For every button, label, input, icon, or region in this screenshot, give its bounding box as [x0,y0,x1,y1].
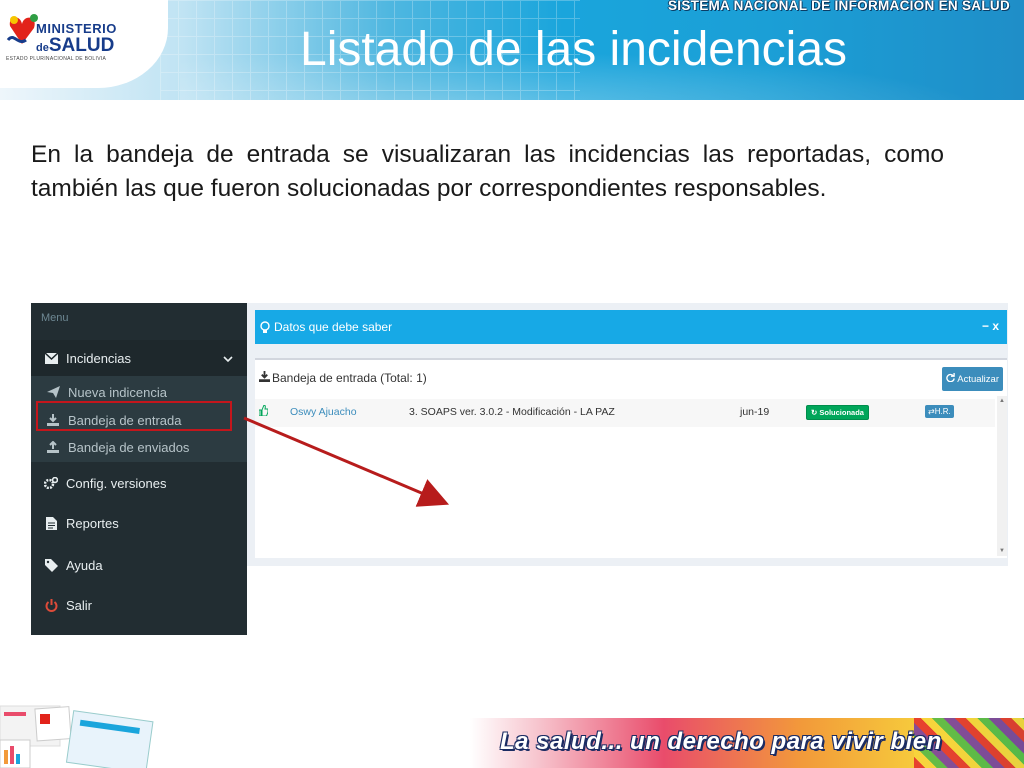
sidebar-item-config-versiones[interactable]: Config. versiones [31,465,247,501]
sidebar-item-label: Reportes [66,515,119,531]
logo-line1: MINISTERIO [36,21,117,36]
sidebar-subitem-label: Nueva indicencia [68,384,168,400]
slide-header: MINISTERIO deSALUD ESTADO PLURINACIONAL … [0,0,1024,100]
envelope-icon [44,351,58,365]
status-badge: ↻ Solucionada [806,405,869,420]
system-name: SISTEMA NACIONAL DE INFORMACION EN SALUD [667,0,1010,13]
logo-line2-main: SALUD [48,35,115,56]
table-row[interactable]: Oswy Ajuacho 3. SOAPS ver. 3.0.2 - Modif… [255,399,995,427]
hr-button-label: H.R. [934,407,951,416]
info-callout-bar: Datos que debe saber − x [255,310,1007,344]
cogs-icon [44,476,58,490]
refresh-icon [946,373,956,385]
sidebar-subitem-bandeja-enviados[interactable]: Bandeja de enviados [31,435,247,459]
bulb-icon [260,320,270,334]
sidebar-item-label: Ayuda [66,557,103,573]
scroll-up-icon[interactable]: ▲ [999,398,1005,404]
logo-line2: deSALUD [36,36,117,55]
sidebar-item-reportes[interactable]: Reportes [31,505,247,541]
tag-icon [44,558,58,572]
footer-slogan: La salud... un derecho para vivir bien [500,728,942,755]
info-bar-title: Datos que debe saber [274,320,393,334]
sidebar-header: Menu [41,312,69,324]
inbox-title-text: Bandeja de entrada (Total: 1) [272,371,427,385]
sidebar-item-ayuda[interactable]: Ayuda [31,547,247,583]
sidebar-item-label: Incidencias [66,350,132,366]
logo-wordmark: MINISTERIO deSALUD [36,22,117,55]
row-subject[interactable]: 3. SOAPS ver. 3.0.2 - Modificación - LA … [409,406,615,418]
paper-plane-icon [46,385,60,399]
logo-subtitle: ESTADO PLURINACIONAL DE BOLIVIA [6,56,107,62]
refresh-button-label: Actualizar [957,373,999,385]
highlight-box [36,401,232,431]
inbox-title: Bandeja de entrada (Total: 1) [259,371,427,385]
scroll-down-icon[interactable]: ▼ [999,548,1005,554]
row-user[interactable]: Oswy Ajuacho [290,406,357,418]
ministry-logo: MINISTERIO deSALUD ESTADO PLURINACIONAL … [0,0,168,88]
sidebar-item-salir[interactable]: Salir [31,587,247,623]
description-text: En la bandeja de entrada se visualizaran… [31,141,944,202]
inbox-panel: Bandeja de entrada (Total: 1) Actualizar… [255,358,1007,558]
logo-line2-prefix: de [36,42,49,54]
app-sidebar: Menu Incidencias Nueva indicencia Bandej… [31,303,247,635]
status-badge-label: Solucionada [819,408,864,417]
sidebar-item-label: Config. versiones [66,475,167,491]
sidebar-subitem-label: Bandeja de enviados [68,439,190,455]
row-date: jun-19 [740,406,770,418]
sidebar-item-label: Salir [66,597,93,613]
power-icon [44,598,58,612]
refresh-button[interactable]: Actualizar [942,367,1003,391]
file-icon [44,516,58,530]
chevron-down-icon[interactable] [223,351,233,366]
upload-icon [46,440,60,454]
hr-button[interactable]: ⇄H.R. [925,405,954,418]
footer-documents-graphic [0,705,154,768]
sidebar-item-incidencias[interactable]: Incidencias [31,340,247,376]
page-title: Listado de las incidencias [300,23,848,76]
scrollbar[interactable]: ▲ ▼ [997,396,1007,556]
thumbs-up-icon [258,404,269,419]
exchange-icon: ⇄ [928,407,935,416]
info-bar-controls[interactable]: − x [982,319,999,333]
download-icon [259,371,270,385]
